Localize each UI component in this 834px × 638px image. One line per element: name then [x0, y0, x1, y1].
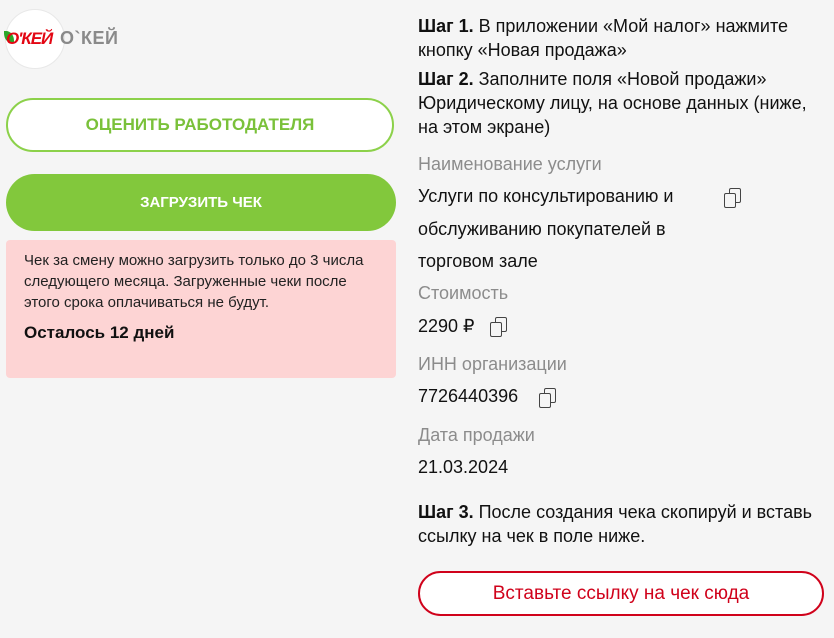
rate-employer-button[interactable]: ОЦЕНИТЬ РАБОТОДАТЕЛЯ [6, 98, 394, 152]
service-line-1: Услуги по консультированию и [418, 186, 674, 206]
cost-label: Стоимость [418, 283, 509, 303]
deadline-warning: Чек за смену можно загрузить только до 3… [6, 240, 396, 378]
logo-mark: О'КЕЙ [6, 29, 53, 48]
receipt-link-input[interactable]: Вставьте ссылку на чек сюда [418, 571, 824, 616]
date-label: Дата продажи [418, 425, 535, 445]
copy-icon[interactable] [489, 317, 509, 339]
step1-text: В приложении «Мой налог» нажмите кнопку … [418, 16, 789, 60]
copy-icon[interactable] [538, 388, 558, 410]
step2-label: Шаг 2. [418, 69, 474, 89]
step3-label: Шаг 3. [418, 502, 474, 522]
date-value: 21.03.2024 [418, 457, 509, 477]
upload-receipt-button[interactable]: ЗАГРУЗИТЬ ЧЕК [6, 174, 396, 231]
step-1: Шаг 1. В приложении «Мой налог» нажмите … [418, 14, 818, 62]
service-line-3: торговом зале [418, 251, 538, 271]
step1-label: Шаг 1. [418, 16, 474, 36]
step3-text: После создания чека скопируй и вставь сс… [418, 502, 813, 546]
step-2: Шаг 2. Заполните поля «Новой продажи» Юр… [418, 67, 818, 139]
copy-icon[interactable] [723, 188, 743, 210]
logo-name: О`КЕЙ [60, 28, 119, 48]
warning-text: Чек за смену можно загрузить только до 3… [24, 252, 364, 311]
step2-text: Заполните поля «Новой продажи» Юридическ… [418, 69, 807, 137]
inn-value: 7726440396 [418, 386, 519, 406]
cost-value: 2290 ₽ [418, 316, 475, 336]
service-label: Наименование услуги [418, 154, 602, 174]
service-line-2: обслуживанию покупателей в [418, 219, 666, 239]
inn-label: ИНН организации [418, 354, 567, 374]
step-3: Шаг 3. После создания чека скопируй и вс… [418, 500, 818, 548]
days-left: Осталось 12 дней [24, 323, 175, 342]
